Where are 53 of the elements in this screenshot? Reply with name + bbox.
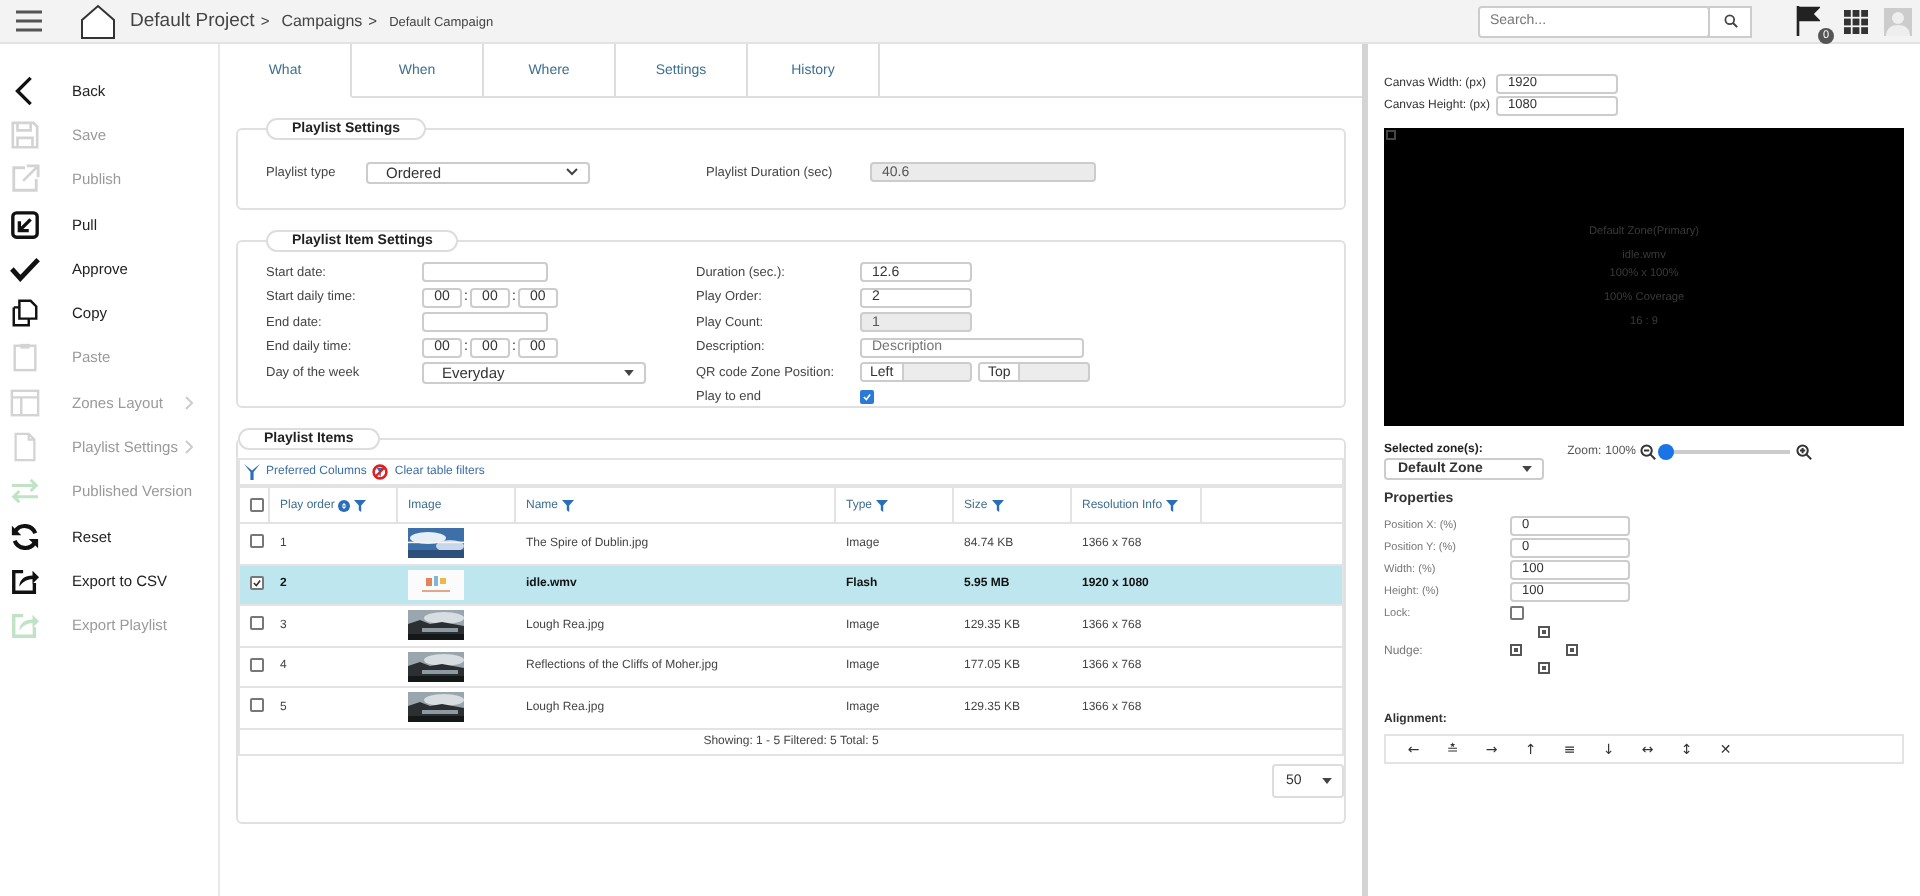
- caret-icon: [1522, 466, 1532, 472]
- filter-icon[interactable]: [876, 499, 889, 511]
- select-all-checkbox[interactable]: [250, 498, 264, 512]
- home-icon[interactable]: [78, 3, 118, 39]
- nudge-up-button[interactable]: [1538, 625, 1550, 637]
- row-checkbox[interactable]: [250, 616, 264, 631]
- chevron-icon: [184, 395, 194, 410]
- approve-icon: [10, 253, 40, 284]
- pull-icon: [10, 209, 40, 240]
- search-icon: [1723, 14, 1737, 28]
- breadcrumb-link[interactable]: Default Project: [130, 10, 255, 32]
- search-button[interactable]: [1708, 5, 1752, 37]
- no-filter-icon[interactable]: [372, 464, 389, 480]
- export-icon: [10, 565, 40, 596]
- nudge-down-button[interactable]: [1538, 661, 1550, 673]
- reset-icon: [10, 521, 40, 552]
- filter-icon[interactable]: [562, 499, 575, 511]
- zone-handle[interactable]: [1386, 130, 1396, 140]
- filter-icon[interactable]: [991, 499, 1004, 511]
- flag-icon[interactable]: [1796, 5, 1820, 35]
- sort-icon[interactable]: [338, 499, 351, 511]
- filter-icon[interactable]: [354, 499, 367, 511]
- layout-icon: [10, 387, 40, 418]
- menu-icon[interactable]: [16, 10, 42, 32]
- apps-icon[interactable]: [1844, 9, 1868, 33]
- versions-icon: [10, 476, 40, 507]
- checkbox[interactable]: [860, 390, 874, 405]
- filter-icon[interactable]: [1166, 499, 1179, 511]
- export-icon: [10, 610, 40, 641]
- slider-thumb[interactable]: [1658, 444, 1674, 460]
- date-field[interactable]: [422, 312, 548, 333]
- zoom-out-icon[interactable]: [1640, 444, 1656, 460]
- row-checkbox[interactable]: [250, 698, 264, 713]
- row-checkbox[interactable]: [250, 657, 264, 672]
- breadcrumb-link[interactable]: Campaigns: [281, 12, 363, 30]
- caret-icon: [624, 369, 634, 376]
- lock-checkbox[interactable]: [1510, 606, 1524, 620]
- save-icon: [10, 119, 40, 150]
- filter-icon[interactable]: [244, 464, 260, 480]
- caret-icon: [1322, 777, 1332, 783]
- copy-icon: [10, 298, 40, 329]
- zoom-in-icon[interactable]: [1796, 444, 1812, 460]
- zoom-slider[interactable]: [1662, 444, 1790, 460]
- file-icon: [10, 432, 40, 463]
- date-field[interactable]: [422, 262, 548, 283]
- paste-icon: [10, 342, 40, 373]
- nudge-left-button[interactable]: [1510, 643, 1522, 655]
- row-checkbox[interactable]: [250, 576, 264, 591]
- publish-icon: [10, 164, 40, 195]
- row-checkbox[interactable]: [250, 534, 264, 549]
- nudge-right-button[interactable]: [1566, 643, 1578, 655]
- chevron-icon: [184, 440, 194, 455]
- chevron-icon: [566, 168, 578, 176]
